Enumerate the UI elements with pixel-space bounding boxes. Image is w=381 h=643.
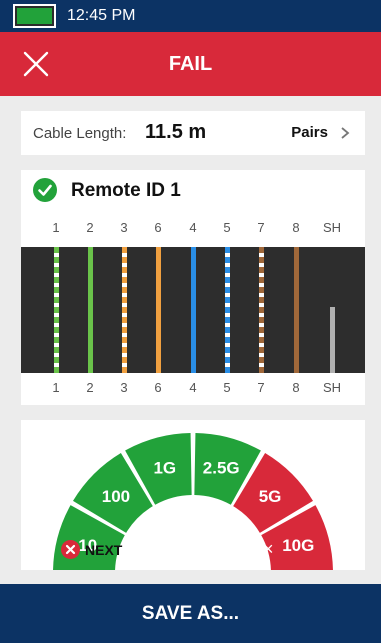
save-as-label: SAVE AS... (141, 603, 240, 624)
remote-id-card: Remote ID 1 1 2 3 6 4 5 7 8 SH 1 2 3 6 4… (21, 170, 365, 405)
pin-label: SH (322, 380, 342, 395)
pin-label: 8 (292, 380, 300, 395)
pin-label: 6 (154, 220, 162, 235)
battery-icon (13, 4, 56, 28)
pin-labels-top: 1 2 3 6 4 5 7 8 SH (21, 220, 365, 240)
check-circle-icon (33, 178, 57, 202)
pin-label: 1 (52, 220, 60, 235)
pin-label: 8 (292, 220, 300, 235)
pin-label: 4 (189, 220, 197, 235)
pin-label: 5 (223, 220, 231, 235)
pin-label: 3 (120, 380, 128, 395)
page-title: FAIL (168, 53, 213, 75)
speed-label: 1G (153, 459, 176, 478)
wire-pin-6 (156, 247, 161, 373)
pin-label: 5 (223, 380, 231, 395)
cable-length-value: 11.5 m (145, 121, 207, 143)
next-label: NEXT (85, 542, 123, 558)
wire-pin-7 (259, 247, 264, 373)
speed-label: 100 (102, 487, 130, 506)
fail-x-icon (61, 540, 80, 559)
fail-marker-icon: × (263, 539, 274, 559)
speed-label: 2.5G (203, 459, 240, 478)
speed-label: 10G (282, 536, 314, 555)
pin-label: 6 (154, 380, 162, 395)
pin-label: 3 (120, 220, 128, 235)
result-header: FAIL (0, 32, 381, 96)
status-bar: 12:45 PM (0, 0, 381, 32)
wire-pin-5 (225, 247, 230, 373)
cable-length-card: Cable Length: 11.5 m Pairs (21, 111, 365, 155)
shield-wire (330, 307, 335, 373)
pin-labels-bottom: 1 2 3 6 4 5 7 8 SH (21, 380, 365, 400)
wire-pin-1 (54, 247, 59, 373)
pairs-label: Pairs (291, 124, 328, 141)
speed-label: 5G (259, 487, 282, 506)
pin-label: SH (322, 220, 342, 235)
pin-label: 7 (257, 220, 265, 235)
wire-pin-2 (88, 247, 93, 373)
pin-label: 2 (86, 380, 94, 395)
speed-gauge-card: 10 100 1G 2.5G 5G 10G × NEXT (21, 420, 365, 570)
remote-id-title: Remote ID 1 (71, 180, 181, 201)
wire-pin-8 (294, 247, 299, 373)
wiremap-panel (21, 247, 365, 373)
wire-pin-4 (191, 247, 196, 373)
save-as-button[interactable]: SAVE AS... (0, 584, 381, 643)
cable-length-label: Cable Length: (33, 125, 127, 142)
chevron-right-icon (341, 127, 350, 139)
pairs-button[interactable]: Pairs (255, 111, 365, 155)
pin-label: 7 (257, 380, 265, 395)
pin-label: 4 (189, 380, 197, 395)
wire-pin-3 (122, 247, 127, 373)
status-time: 12:45 PM (67, 7, 136, 24)
pin-label: 1 (52, 380, 60, 395)
pin-label: 2 (86, 220, 94, 235)
